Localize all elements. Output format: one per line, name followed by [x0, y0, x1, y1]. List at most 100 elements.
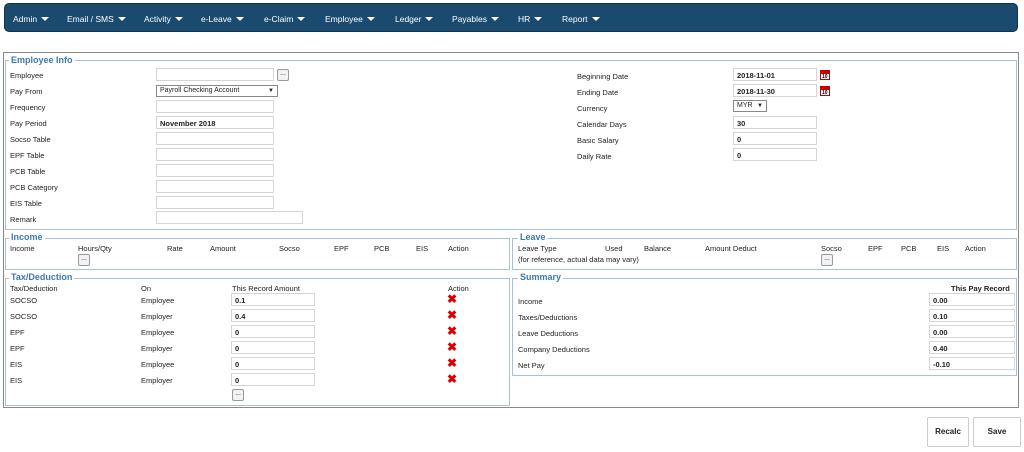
- summary-value: 0.00: [929, 325, 1015, 338]
- income-col-rate: Rate: [167, 244, 183, 253]
- income-col-pcb: PCB: [374, 244, 390, 253]
- socso-table-field[interactable]: [156, 132, 274, 145]
- main-nav: Admin Email / SMS Activity e-Leave e-Cla…: [4, 3, 1018, 32]
- currency-value: MYR: [737, 102, 753, 109]
- tax-col-on: On: [141, 284, 152, 293]
- delete-icon[interactable]: ✖: [447, 293, 457, 305]
- nav-activity[interactable]: Activity: [144, 14, 183, 24]
- calendar-days-field[interactable]: 30: [733, 116, 817, 129]
- leave-col-balance: Balance: [644, 244, 672, 253]
- tax-row-amount-field[interactable]: 0.1: [231, 293, 315, 306]
- nav-payables[interactable]: Payables: [452, 14, 499, 24]
- recalc-button[interactable]: Recalc: [927, 417, 969, 447]
- employee-field[interactable]: [156, 68, 274, 81]
- nav-e-leave[interactable]: e-Leave: [201, 14, 244, 24]
- delete-icon[interactable]: ✖: [447, 341, 457, 353]
- chevron-down-icon: [591, 17, 600, 21]
- daily-rate-field[interactable]: 0: [733, 148, 817, 161]
- calendar-icon-day: 10: [822, 90, 828, 96]
- pay-from-select[interactable]: Payroll Checking Account ▼: [156, 85, 278, 97]
- ending-date-label: Ending Date: [577, 88, 619, 97]
- currency-label: Currency: [577, 104, 608, 113]
- tax-legend: Tax/Deduction: [9, 272, 75, 282]
- basic-salary-field[interactable]: 0: [733, 132, 817, 145]
- leave-col-socso: Socso: [821, 244, 842, 253]
- add-leave-button[interactable]: ...: [821, 254, 833, 266]
- tax-row-amount-field[interactable]: 0: [231, 325, 315, 338]
- delete-icon[interactable]: ✖: [447, 309, 457, 321]
- pcb-category-label: PCB Category: [10, 183, 58, 192]
- pcb-table-field[interactable]: [156, 164, 274, 177]
- tax-row-amount-field[interactable]: 0: [231, 373, 315, 386]
- summary-value: 0.00: [929, 293, 1015, 306]
- remark-label: Remark: [10, 215, 37, 224]
- delete-icon[interactable]: ✖: [447, 325, 457, 337]
- nav-hr[interactable]: HR: [518, 14, 543, 24]
- income-legend: Income: [9, 232, 45, 242]
- add-income-button[interactable]: ...: [78, 254, 90, 266]
- nav-label: e-Claim: [264, 14, 294, 24]
- tax-row-name: EPF: [10, 328, 25, 337]
- eis-table-field[interactable]: [156, 196, 274, 209]
- nav-employee[interactable]: Employee: [325, 14, 375, 24]
- delete-icon[interactable]: ✖: [447, 373, 457, 385]
- tax-row-on: Employee: [141, 328, 175, 337]
- tax-row-on: Employer: [141, 344, 173, 353]
- chevron-down-icon: [297, 17, 306, 21]
- tax-row-amount-field[interactable]: 0: [231, 357, 315, 370]
- tax-row-on: Employee: [141, 360, 175, 369]
- frequency-label: Frequency: [10, 103, 46, 112]
- summary-value: 0.40: [929, 341, 1015, 354]
- nav-label: Admin: [13, 14, 38, 24]
- daily-rate-label: Daily Rate: [577, 152, 612, 161]
- dropdown-arrow-icon: ▼: [268, 88, 274, 94]
- currency-select[interactable]: MYR ▼: [733, 100, 767, 112]
- ending-date-field[interactable]: 2018-11-30: [733, 84, 817, 97]
- nav-ledger[interactable]: Ledger: [395, 14, 434, 24]
- summary-label: Company Deductions: [518, 345, 590, 354]
- summary-value: 0.10: [929, 309, 1015, 322]
- eis-table-label: EIS Table: [10, 199, 42, 208]
- tax-row-name: SOCSO: [10, 312, 38, 321]
- nav-e-claim[interactable]: e-Claim: [264, 14, 306, 24]
- leave-note: (for reference, actual data may vary): [518, 255, 639, 264]
- nav-label: Report: [562, 14, 588, 24]
- summary-legend: Summary: [518, 272, 564, 282]
- pay-from-label: Pay From: [10, 87, 43, 96]
- leave-col-epf: EPF: [868, 244, 883, 253]
- pay-period-field[interactable]: November 2018: [156, 116, 274, 129]
- income-col-income: Income: [10, 244, 35, 253]
- pcb-table-label: PCB Table: [10, 167, 46, 176]
- tax-row-amount-field[interactable]: 0: [231, 341, 315, 354]
- leave-col-amount: Amount Deduct: [705, 244, 757, 253]
- nav-label: Employee: [325, 14, 363, 24]
- nav-label: HR: [518, 14, 531, 24]
- summary-label: Net Pay: [518, 361, 545, 370]
- add-tax-button[interactable]: ...: [232, 389, 244, 401]
- chevron-down-icon: [41, 17, 50, 21]
- tax-row-amount-field[interactable]: 0.4: [231, 309, 315, 322]
- nav-email-sms[interactable]: Email / SMS: [67, 14, 126, 24]
- calendar-icon[interactable]: 10: [820, 70, 830, 80]
- employee-lookup-button[interactable]: ...: [277, 69, 289, 81]
- income-col-action: Action: [448, 244, 469, 253]
- income-col-hours: Hours/Qty: [78, 244, 112, 253]
- leave-col-pcb: PCB: [901, 244, 917, 253]
- pcb-category-field[interactable]: [156, 180, 274, 193]
- tax-row-name: EIS: [10, 376, 23, 385]
- delete-icon[interactable]: ✖: [447, 357, 457, 369]
- leave-legend: Leave: [518, 232, 548, 242]
- income-col-eis: EIS: [416, 244, 429, 253]
- frequency-field[interactable]: [156, 100, 274, 113]
- calendar-icon[interactable]: 10: [820, 86, 830, 96]
- summary-label: Taxes/Deductions: [518, 313, 578, 322]
- calendar-days-label: Calendar Days: [577, 120, 627, 129]
- epf-table-field[interactable]: [156, 148, 274, 161]
- nav-label: Email / SMS: [67, 14, 114, 24]
- remark-field[interactable]: [156, 211, 303, 224]
- nav-admin[interactable]: Admin: [13, 14, 50, 24]
- beginning-date-field[interactable]: 2018-11-01: [733, 68, 817, 81]
- save-button[interactable]: Save: [973, 417, 1021, 447]
- chevron-down-icon: [490, 17, 499, 21]
- nav-report[interactable]: Report: [562, 14, 600, 24]
